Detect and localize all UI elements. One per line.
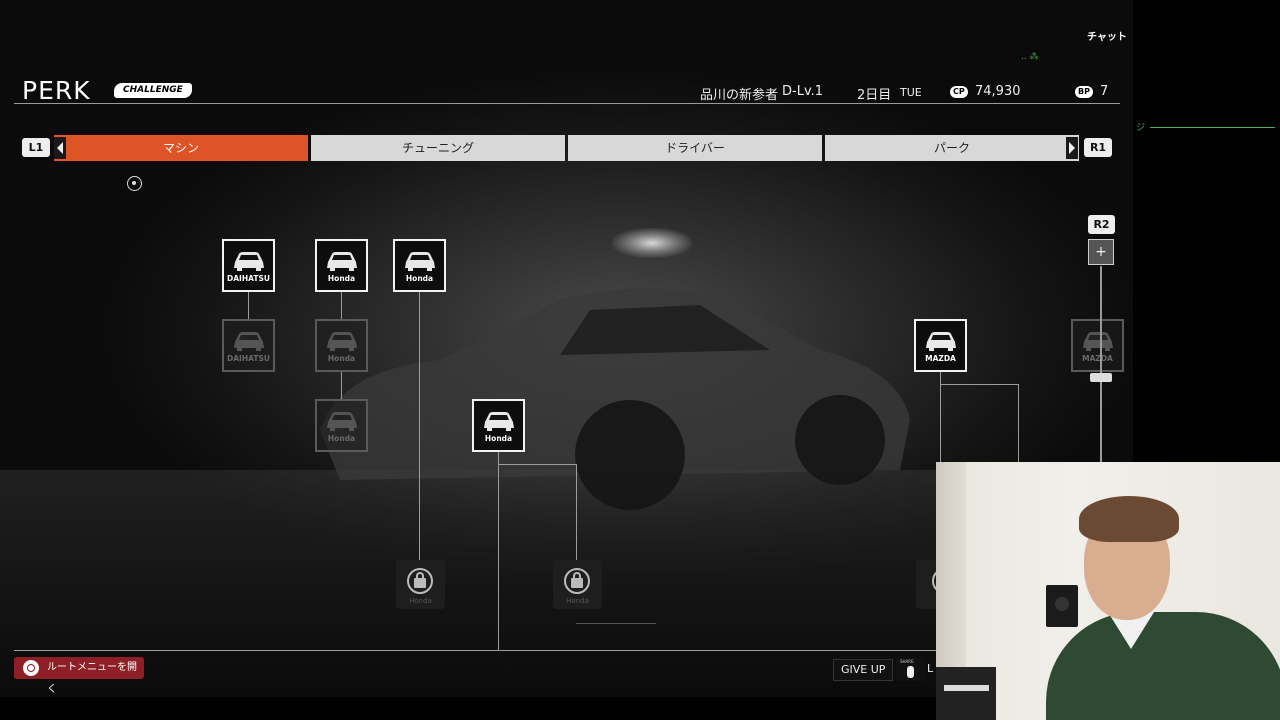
header-divider <box>14 103 1120 104</box>
scroll-thumb[interactable] <box>1090 373 1112 382</box>
lock-body <box>571 578 583 588</box>
background-car <box>320 288 910 510</box>
node-label: MAZDA <box>925 354 956 363</box>
locked-label: Honda <box>566 597 589 605</box>
r1-button[interactable]: R1 <box>1084 138 1112 157</box>
speaker-icon <box>1046 585 1078 627</box>
streamer-hair <box>1079 496 1179 542</box>
share-button[interactable]: SHARE <box>896 659 926 681</box>
locked-node[interactable]: Honda <box>553 560 602 609</box>
node-label: Honda <box>405 274 434 283</box>
zoom-in-button[interactable]: + <box>1088 239 1114 265</box>
day-counter: 2日目 <box>857 88 892 103</box>
driver-level: D-Lv.1 <box>782 84 824 99</box>
node-label: Honda <box>484 434 513 443</box>
bp-icon: BP <box>1075 86 1093 98</box>
tab-machine[interactable]: マシン <box>54 135 308 161</box>
car-icon <box>327 252 357 271</box>
weekday: TUE <box>900 86 922 99</box>
tree-connector <box>576 623 656 624</box>
tree-connector <box>940 371 941 471</box>
perk-node[interactable]: MAZDA <box>914 319 967 372</box>
car-icon <box>1083 332 1113 351</box>
chevron-left-icon[interactable] <box>54 137 66 159</box>
tree-connector <box>341 292 342 319</box>
tree-connector <box>248 292 249 319</box>
webcam-feed <box>936 462 1280 720</box>
lock-body <box>414 578 426 588</box>
root-menu-button[interactable]: ルートメニューを開く <box>14 657 144 695</box>
node-label: Honda <box>327 354 356 363</box>
page-title: PERK <box>22 76 91 105</box>
chat-title: チャット <box>1087 32 1127 43</box>
l-hint: L <box>927 662 934 675</box>
perk-node[interactable]: DAIHATSU <box>222 319 275 372</box>
perk-node[interactable]: Honda <box>472 399 525 452</box>
tree-connector <box>419 292 420 560</box>
player-name: 品川の新参者 <box>700 88 779 103</box>
locked-node[interactable]: Honda <box>396 560 445 609</box>
tree-connector <box>498 464 577 465</box>
car-icon <box>926 332 956 351</box>
chair <box>936 667 996 720</box>
touchpad-icon <box>907 666 914 678</box>
scroll-track[interactable] <box>1100 266 1102 466</box>
locked-label: Honda <box>409 597 432 605</box>
perk-node[interactable]: DAIHATSU <box>222 239 275 292</box>
tree-connector <box>498 451 499 650</box>
tree-connector <box>1018 384 1019 474</box>
node-label: DAIHATSU <box>227 274 270 283</box>
tree-connector <box>341 371 342 399</box>
chevron-right-icon[interactable] <box>1066 137 1078 159</box>
locked-node-partial[interactable] <box>916 560 938 609</box>
perk-node[interactable]: Honda <box>315 319 368 372</box>
node-label: Honda <box>327 274 356 283</box>
node-label: DAIHATSU <box>227 354 270 363</box>
background-lamp <box>612 228 692 258</box>
perk-node[interactable]: MAZDA <box>1071 319 1124 372</box>
car-icon <box>405 252 435 271</box>
cp-icon: CP <box>950 86 968 98</box>
chat-fragment-icon: .. ⁂ <box>1021 52 1039 62</box>
r2-button[interactable]: R2 <box>1088 215 1115 234</box>
cp-value: 74,930 <box>975 84 1021 99</box>
l1-button[interactable]: L1 <box>22 138 50 157</box>
car-icon <box>327 332 357 351</box>
tab-driver[interactable]: ドライバー <box>568 135 822 161</box>
tree-connector <box>576 464 577 560</box>
circle-button-icon <box>23 660 39 676</box>
car-icon <box>484 412 514 431</box>
perk-node[interactable]: Honda <box>393 239 446 292</box>
cursor-icon <box>127 176 142 191</box>
challenge-badge: CHALLENGE <box>114 83 192 98</box>
tab-tuning[interactable]: チューニング <box>311 135 565 161</box>
perk-node[interactable]: Honda <box>315 399 368 452</box>
car-icon <box>327 412 357 431</box>
bp-value: 7 <box>1100 84 1109 99</box>
car-icon <box>234 252 264 271</box>
chat-divider <box>1150 127 1275 128</box>
tree-connector <box>940 384 1019 385</box>
perk-node[interactable]: Honda <box>315 239 368 292</box>
give-up-button[interactable]: GIVE UP <box>833 659 894 681</box>
car-icon <box>234 332 264 351</box>
share-label: SHARE <box>900 659 914 664</box>
node-label: MAZDA <box>1082 354 1113 363</box>
tab-perk[interactable]: パーク <box>825 135 1079 161</box>
chat-fragment: ジ <box>1136 123 1146 133</box>
streamer-body <box>1046 612 1280 720</box>
node-label: Honda <box>327 434 356 443</box>
